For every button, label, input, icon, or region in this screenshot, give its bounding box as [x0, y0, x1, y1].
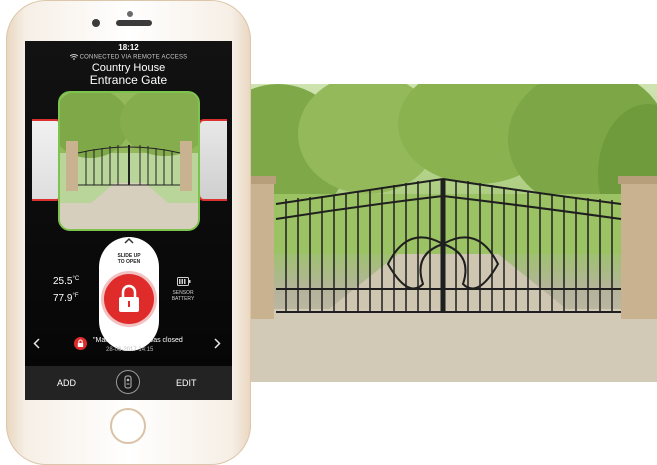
chevron-right-icon[interactable] [214, 337, 221, 352]
chevron-left-icon[interactable] [33, 337, 40, 352]
temperature-celsius: 25.5°C [53, 276, 79, 287]
gate-scene-illustration [238, 84, 657, 382]
remote-control-button[interactable] [116, 370, 140, 394]
padlock-icon [119, 284, 139, 312]
connection-status: CONNECTED VIA REMOTE ACCESS [25, 54, 232, 61]
remote-icon [124, 375, 132, 389]
chevron-up-icon [99, 237, 159, 248]
home-button[interactable] [110, 408, 146, 444]
event-timestamp: 28-06-2017 14:15 [106, 347, 154, 353]
status-time: 18:12 [118, 43, 139, 52]
connection-status-text: CONNECTED VIA REMOTE ACCESS [79, 54, 188, 61]
slide-instruction: SLIDE UP TO OPEN [99, 253, 159, 265]
sensor-battery-label-line2: BATTERY [171, 296, 195, 302]
fahrenheit-unit: °F [72, 293, 79, 299]
wifi-icon [69, 54, 78, 60]
temperature-fahrenheit-value: 77.9 [53, 293, 73, 304]
temperature-celsius-value: 25.5 [53, 276, 73, 287]
slide-to-open-control[interactable]: SLIDE UP TO OPEN [99, 237, 159, 351]
app-screen: 18:12 CONNECTED VIA REMOTE ACCESS Countr… [25, 41, 232, 400]
camera-card-active[interactable] [58, 91, 200, 231]
celsius-unit: °C [72, 276, 80, 282]
add-button[interactable]: ADD [57, 378, 76, 388]
sensor-battery-label: SENSOR BATTERY [165, 290, 201, 302]
slide-instruction-line2: TO OPEN [117, 259, 141, 265]
event-lock-icon [74, 337, 87, 350]
temperature-fahrenheit: 77.9°F [53, 293, 79, 304]
camera-card-next[interactable] [198, 119, 227, 201]
battery-icon [177, 277, 191, 286]
camera-feed-thumbnail [60, 93, 198, 229]
edit-button[interactable]: EDIT [176, 378, 197, 388]
event-message: "Main Door" door was closed [93, 337, 183, 344]
gate-photo [238, 84, 657, 382]
front-camera [92, 19, 100, 27]
device-name: Entrance Gate [89, 73, 168, 87]
earpiece-speaker [116, 20, 152, 26]
proximity-sensor [127, 11, 133, 17]
lock-button[interactable] [104, 274, 154, 324]
smartphone-frame: 18:12 CONNECTED VIA REMOTE ACCESS Countr… [6, 0, 251, 465]
